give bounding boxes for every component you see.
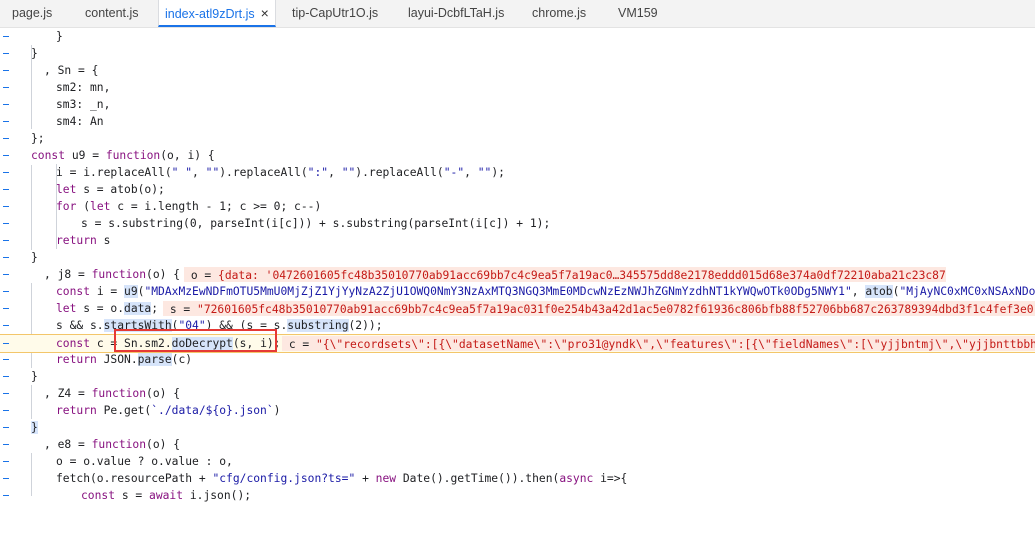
gutter-marker bbox=[3, 104, 9, 105]
gutter-marker bbox=[3, 189, 9, 190]
code-line: return s bbox=[0, 232, 1035, 249]
gutter-marker bbox=[3, 138, 9, 139]
code-line: const u9 = function(o, i) { bbox=[0, 147, 1035, 164]
gutter-marker bbox=[3, 291, 9, 292]
tab-layui-js[interactable]: layui-DcbfLTaH.js bbox=[408, 0, 504, 27]
gutter-marker bbox=[3, 343, 9, 344]
gutter-marker bbox=[3, 172, 9, 173]
code-line: sm3: _n, bbox=[0, 96, 1035, 113]
tab-index-js-label: index-atl9zDrt.js bbox=[165, 7, 255, 21]
tab-chrome-js[interactable]: chrome.js bbox=[532, 0, 586, 27]
code-line: } bbox=[0, 249, 1035, 266]
gutter-marker bbox=[3, 121, 9, 122]
code-line: , Z4 = function(o) { bbox=[0, 385, 1035, 402]
code-line: }; bbox=[0, 130, 1035, 147]
gutter-marker bbox=[3, 427, 9, 428]
code-line: } bbox=[0, 45, 1035, 62]
gutter-marker bbox=[3, 274, 9, 275]
gutter-marker bbox=[3, 325, 9, 326]
gutter-marker bbox=[3, 223, 9, 224]
highlight-annotation-box bbox=[114, 329, 277, 352]
code-line: return JSON.parse(c) bbox=[0, 351, 1035, 368]
code-line: i = i.replaceAll(" ", "").replaceAll(":"… bbox=[0, 164, 1035, 181]
gutter-marker bbox=[3, 478, 9, 479]
gutter-marker bbox=[3, 240, 9, 241]
tab-page-js[interactable]: page.js bbox=[12, 0, 52, 27]
code-line: return Pe.get(`./data/${o}.json`) bbox=[0, 402, 1035, 419]
code-line: , Sn = { bbox=[0, 62, 1035, 79]
tab-vm159[interactable]: VM159 bbox=[618, 0, 658, 27]
gutter-marker bbox=[3, 461, 9, 462]
code-line: o = o.value ? o.value : o, bbox=[0, 453, 1035, 470]
gutter-marker bbox=[3, 53, 9, 54]
code-editor[interactable]: } } , Sn = { sm2: mn, sm3: _n, sm4: An }… bbox=[0, 28, 1035, 502]
code-line: let s = atob(o); bbox=[0, 181, 1035, 198]
code-line: , e8 = function(o) { bbox=[0, 436, 1035, 453]
code-line: , j8 = function(o) { o = {data: '0472601… bbox=[0, 266, 1035, 283]
gutter-marker bbox=[3, 410, 9, 411]
inline-value-c: c = "{\"recordsets\":[{\"datasetName\":\… bbox=[282, 336, 1035, 351]
gutter-marker bbox=[3, 393, 9, 394]
tab-tip-js[interactable]: tip-CapUtr1O.js bbox=[292, 0, 378, 27]
gutter-marker bbox=[3, 359, 9, 360]
code-line: } bbox=[0, 368, 1035, 385]
inline-value-s: s = "72601605fc48b35010770ab91acc69bb7c4… bbox=[163, 301, 1035, 316]
gutter-marker bbox=[3, 87, 9, 88]
editor-tab-bar: page.js content.js index-atl9zDrt.js × ti… bbox=[0, 0, 1035, 28]
gutter-marker bbox=[3, 36, 9, 37]
gutter-marker bbox=[3, 444, 9, 445]
code-line: sm4: An bbox=[0, 113, 1035, 130]
close-icon[interactable]: × bbox=[261, 5, 269, 21]
gutter-marker bbox=[3, 206, 9, 207]
code-line: fetch(o.resourcePath + "cfg/config.json?… bbox=[0, 470, 1035, 487]
gutter-marker bbox=[3, 70, 9, 71]
inline-value-o: o = {data: '0472601605fc48b35010770ab91a… bbox=[184, 267, 946, 282]
gutter-marker bbox=[3, 308, 9, 309]
code-line: const i = u9("MDAxMzEwNDFmOTU5MmU0MjZjZ1… bbox=[0, 283, 1035, 300]
code-line: } bbox=[0, 28, 1035, 45]
gutter-marker bbox=[3, 257, 9, 258]
code-line: for (let c = i.length - 1; c >= 0; c--) bbox=[0, 198, 1035, 215]
code-line: let s = o.data; s = "72601605fc48b350107… bbox=[0, 300, 1035, 317]
tab-content-js[interactable]: content.js bbox=[85, 0, 139, 27]
gutter-marker bbox=[3, 376, 9, 377]
code-line: } bbox=[0, 419, 1035, 436]
gutter-marker bbox=[3, 155, 9, 156]
code-line: sm2: mn, bbox=[0, 79, 1035, 96]
tab-index-js[interactable]: index-atl9zDrt.js × bbox=[158, 0, 276, 27]
code-line: s = s.substring(0, parseInt(i[c])) + s.s… bbox=[0, 215, 1035, 232]
